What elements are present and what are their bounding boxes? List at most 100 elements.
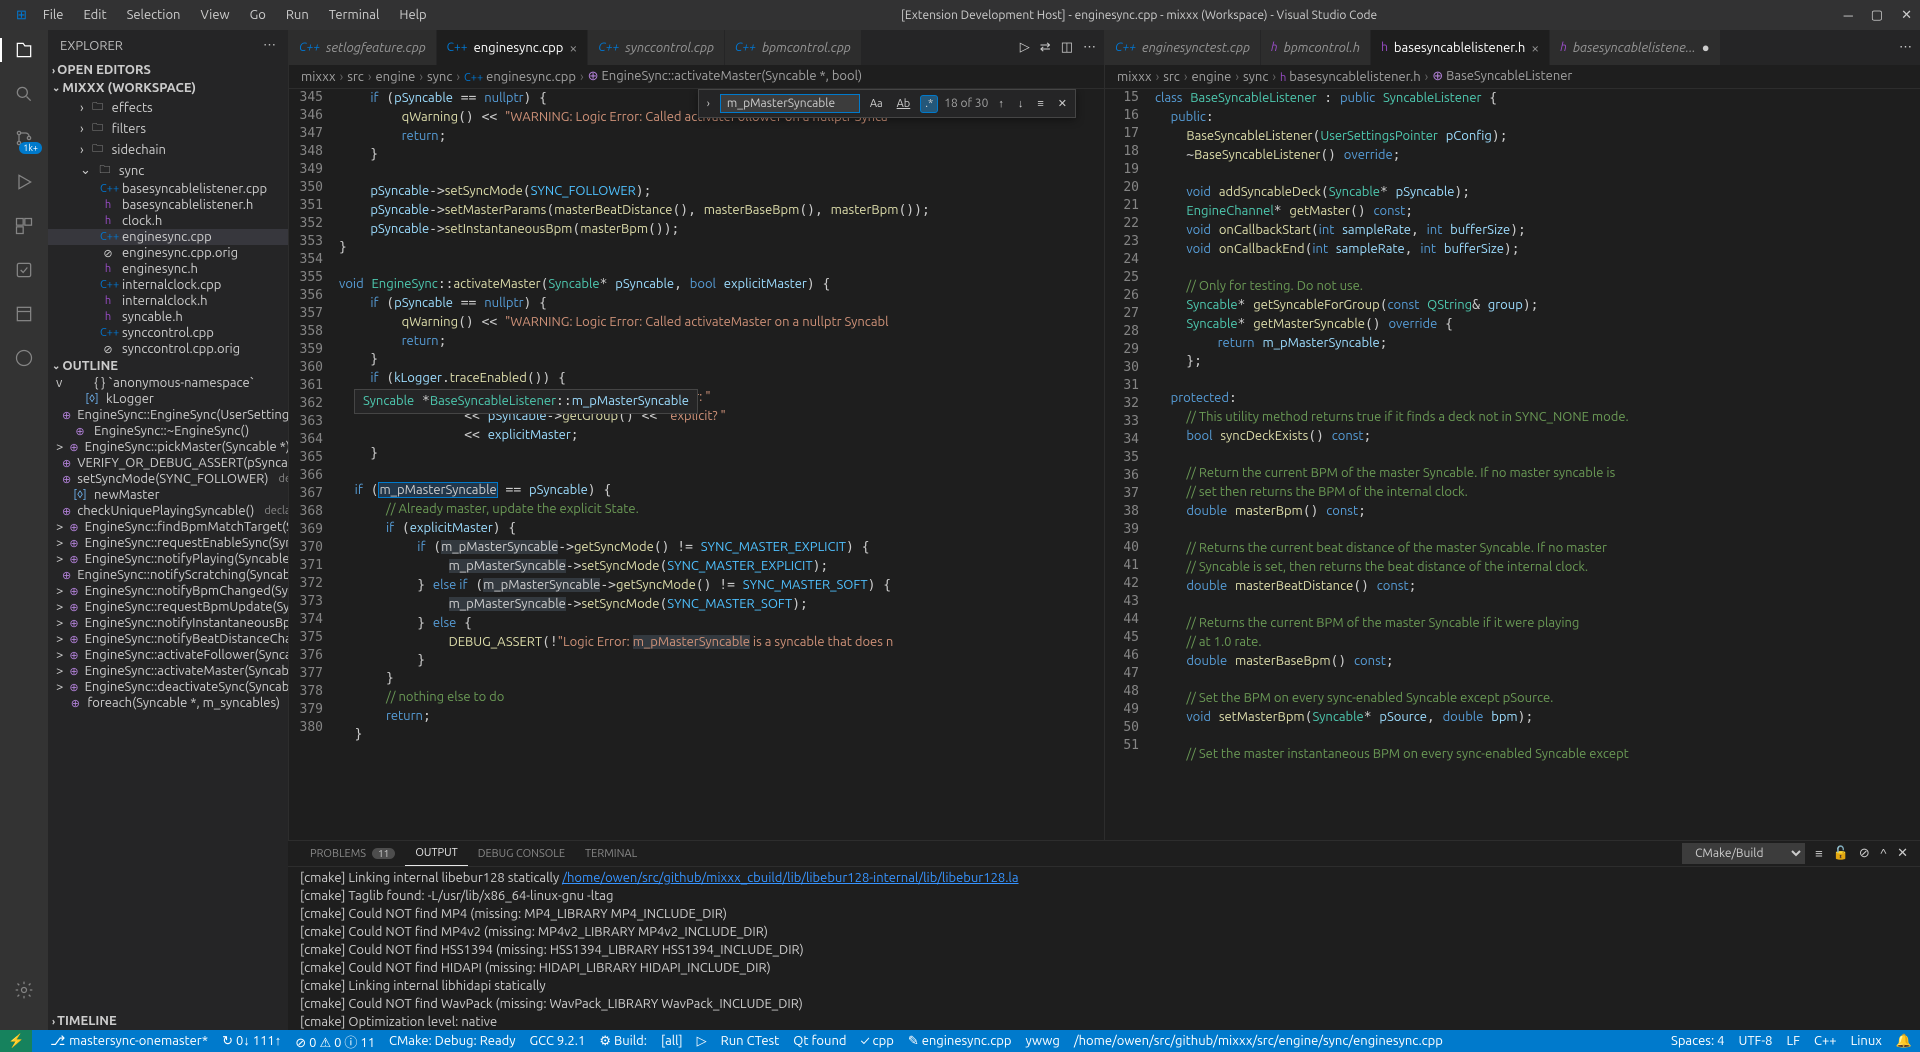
find-input[interactable] — [720, 94, 860, 113]
outline-item[interactable]: ⊕EngineSync::notifyScratching(Syncable *… — [48, 567, 288, 583]
minimize-icon[interactable]: ─ — [1844, 8, 1853, 23]
more-icon[interactable]: ⋯ — [263, 38, 276, 53]
code-editor-2[interactable]: 15 16 17 18 19 20 21 22 23 24 25 26 27 2… — [1105, 89, 1920, 840]
source-control-icon[interactable]: 1k+ — [12, 126, 36, 150]
lock-icon[interactable]: 🔓 — [1833, 846, 1849, 861]
expand-icon[interactable]: › — [703, 96, 714, 112]
workspace-section[interactable]: ⌄MIXXX (WORKSPACE) — [48, 79, 288, 97]
outline-item[interactable]: >⊕EngineSync::requestBpmUpdate(Syncab... — [48, 599, 288, 615]
file-internalclock.h[interactable]: hinternalclock.h — [48, 293, 288, 309]
menu-selection[interactable]: Selection — [119, 4, 189, 26]
more-icon[interactable]: ⋯ — [1899, 40, 1912, 55]
file-basesyncablelistener.h[interactable]: hbasesyncablelistener.h — [48, 197, 288, 213]
close-find-icon[interactable]: ✕ — [1054, 95, 1071, 112]
breadcrumb-1[interactable]: mixxx›src›engine›sync›C++ enginesync.cpp… — [289, 65, 1104, 89]
folder-filters[interactable]: ›🗀filters — [48, 118, 288, 139]
status-cpp[interactable]: ✓ cpp — [860, 1034, 893, 1048]
debug-icon[interactable] — [12, 170, 36, 194]
outline-item[interactable]: >⊕EngineSync::pickMaster(Syncable *) — [48, 439, 288, 455]
outline-item[interactable]: >⊕EngineSync::findBpmMatchTarget(Sync... — [48, 519, 288, 535]
more-icon[interactable]: ⋯ — [1083, 40, 1096, 55]
match-case-icon[interactable]: Aa — [866, 96, 887, 112]
status-ctest[interactable]: Run CTest — [721, 1034, 780, 1048]
file-syncable.h[interactable]: hsyncable.h — [48, 309, 288, 325]
custom-icon-2[interactable] — [12, 302, 36, 326]
menu-terminal[interactable]: Terminal — [321, 4, 388, 26]
menu-run[interactable]: Run — [278, 4, 317, 26]
status-eol[interactable]: LF — [1787, 1034, 1800, 1048]
folder-sync[interactable]: ⌄🗀sync — [48, 160, 288, 181]
regex-icon[interactable]: .* — [920, 95, 938, 113]
outline-item[interactable]: [◊]kLogger — [48, 391, 288, 407]
tab-bpmcontrol.h[interactable]: hbpmcontrol.h — [1261, 30, 1371, 65]
file-synccontrol.cpp[interactable]: C++synccontrol.cpp — [48, 325, 288, 341]
find-selection-icon[interactable]: ≡ — [1033, 96, 1047, 112]
file-enginesync.h[interactable]: henginesync.h — [48, 261, 288, 277]
settings-icon[interactable] — [12, 978, 36, 1002]
output-channel-select[interactable]: CMake/Build — [1682, 843, 1805, 864]
tab-basesyncablelistener.h[interactable]: hbasesyncablelistener.h× — [1371, 30, 1550, 65]
panel-output[interactable]: [cmake] Linking internal libebur128 stat… — [288, 867, 1920, 1030]
folder-sidechain[interactable]: ›🗀sidechain — [48, 139, 288, 160]
remote-indicator[interactable]: ⚡ — [0, 1030, 32, 1052]
file-clock.h[interactable]: hclock.h — [48, 213, 288, 229]
outline-item[interactable]: >⊕EngineSync::notifyBeatDistanceChange..… — [48, 631, 288, 647]
whole-word-icon[interactable]: Ab — [893, 96, 915, 112]
status-file[interactable]: ✎ enginesync.cpp — [908, 1034, 1012, 1049]
menu-go[interactable]: Go — [242, 4, 274, 26]
folder-effects[interactable]: ›🗀effects — [48, 97, 288, 118]
outline-item[interactable]: >⊕EngineSync::activateMaster(Syncable *,… — [48, 663, 288, 679]
outline-item[interactable]: >⊕EngineSync::deactivateSync(Syncable *) — [48, 679, 288, 695]
timeline-section[interactable]: ›TIMELINE — [48, 1012, 288, 1030]
status-cmake[interactable]: CMake: Debug: Ready — [389, 1034, 515, 1048]
outline-item[interactable]: ⊕checkUniquePlayingSyncable()declaration — [48, 503, 288, 519]
close-panel-icon[interactable]: ✕ — [1897, 846, 1908, 861]
outline-item[interactable]: >⊕EngineSync::requestEnableSync(Syncabl.… — [48, 535, 288, 551]
clear-icon[interactable]: ⊘ — [1859, 846, 1870, 861]
outline-item[interactable]: ⊕EngineSync::EngineSync(UserSettingsPo..… — [48, 407, 288, 423]
status-lang[interactable]: C++ — [1814, 1034, 1837, 1048]
panel-tab-problems[interactable]: PROBLEMS11 — [300, 841, 405, 866]
status-qt[interactable]: Qt found — [793, 1034, 846, 1048]
filter-icon[interactable]: ≡ — [1815, 846, 1823, 861]
split-icon[interactable]: ◫ — [1061, 40, 1073, 55]
panel-tab-output[interactable]: OUTPUT — [405, 841, 467, 866]
code-editor-1[interactable]: 345 346 347 348 349 350 351 352 353 354 … — [289, 89, 1104, 840]
menu-view[interactable]: View — [192, 4, 237, 26]
maximize-icon[interactable]: ▢ — [1871, 8, 1883, 23]
status-branch[interactable]: ⎇ mastersync-onemaster* — [50, 1034, 208, 1049]
status-path[interactable]: /home/owen/src/github/mixxx/src/engine/s… — [1074, 1034, 1443, 1048]
prev-match-icon[interactable]: ↑ — [994, 96, 1008, 112]
outline-item[interactable]: ⊕setSyncMode(SYNC_FOLLOWER)declar... — [48, 471, 288, 487]
tab-synccontrol.cpp[interactable]: C++synccontrol.cpp — [588, 30, 725, 65]
breadcrumb-2[interactable]: mixxx›src›engine›sync›h basesyncablelist… — [1105, 65, 1920, 89]
explorer-icon[interactable] — [12, 38, 36, 62]
file-synccontrol.cpp.orig[interactable]: ⊘synccontrol.cpp.orig — [48, 341, 288, 357]
outline-item[interactable]: >⊕EngineSync::notifyBpmChanged(Syncabl..… — [48, 583, 288, 599]
file-enginesync.cpp[interactable]: C++enginesync.cpp — [48, 229, 288, 245]
diff-icon[interactable]: ⇄ — [1040, 40, 1051, 55]
menu-help[interactable]: Help — [391, 4, 434, 26]
panel-tab-debug-console[interactable]: DEBUG CONSOLE — [468, 841, 575, 866]
status-user[interactable]: ywwg — [1025, 1034, 1059, 1048]
custom-icon-1[interactable] — [12, 258, 36, 282]
outline-section[interactable]: ⌄OUTLINE — [48, 357, 288, 375]
tab-bpmcontrol.cpp[interactable]: C++bpmcontrol.cpp — [725, 30, 862, 65]
menu-file[interactable]: File — [35, 4, 72, 26]
outline-item[interactable]: >⊕EngineSync::notifyPlaying(Syncable *, … — [48, 551, 288, 567]
outline-item[interactable]: [◊]newMaster — [48, 487, 288, 503]
outline-item[interactable]: >⊕EngineSync::activateFollower(Syncable … — [48, 647, 288, 663]
status-build[interactable]: ⚙ Build: — [599, 1034, 647, 1049]
status-bell[interactable]: 🔔 — [1896, 1034, 1912, 1049]
outline-item[interactable]: ⊕foreach(Syncable *, m_syncables) — [48, 695, 288, 711]
file-enginesync.cpp.orig[interactable]: ⊘enginesync.cpp.orig — [48, 245, 288, 261]
outline-item[interactable]: ⊕EngineSync::~EngineSync() — [48, 423, 288, 439]
menu-edit[interactable]: Edit — [76, 4, 115, 26]
github-icon[interactable] — [12, 346, 36, 370]
status-spaces[interactable]: Spaces: 4 — [1671, 1034, 1724, 1048]
extensions-icon[interactable] — [12, 214, 36, 238]
next-match-icon[interactable]: ↓ — [1014, 96, 1028, 112]
file-internalclock.cpp[interactable]: C++internalclock.cpp — [48, 277, 288, 293]
file-basesyncablelistener.cpp[interactable]: C++basesyncablelistener.cpp — [48, 181, 288, 197]
open-editors-section[interactable]: ›OPEN EDITORS — [48, 61, 288, 79]
